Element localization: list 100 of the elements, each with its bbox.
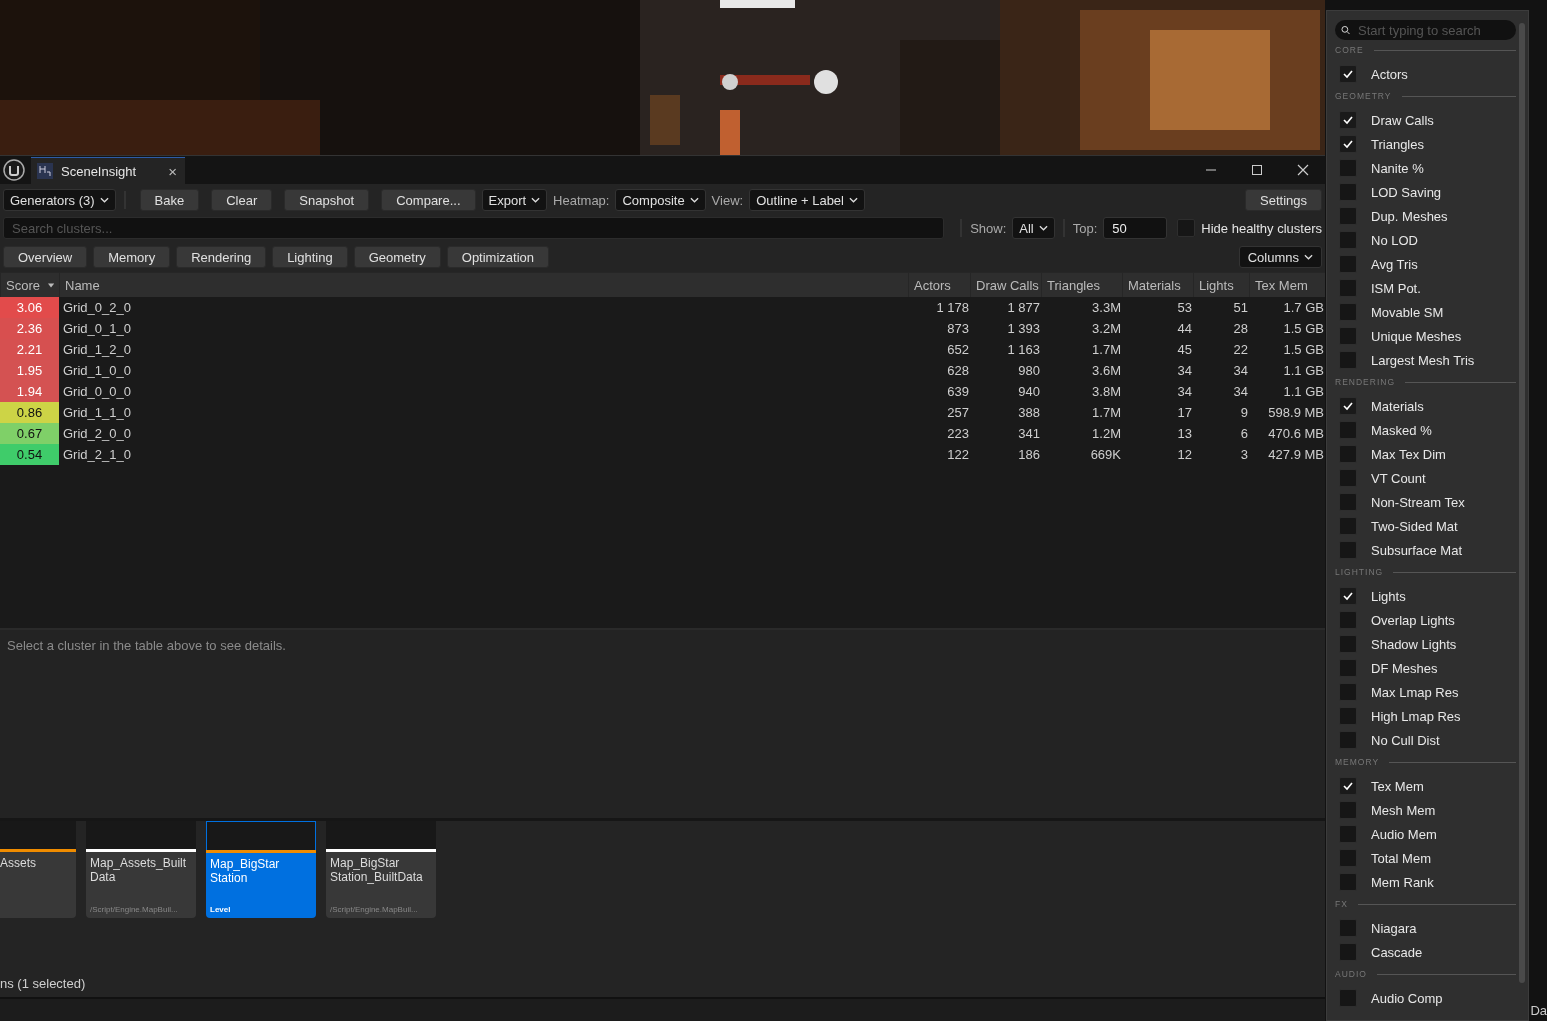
checkbox[interactable] (1339, 303, 1357, 321)
generators-dropdown[interactable]: Generators (3) (3, 189, 116, 211)
menu-item[interactable]: No LOD (1371, 232, 1418, 248)
menu-item[interactable]: Two-Sided Mat (1371, 518, 1458, 534)
menu-item[interactable]: High Lmap Res (1371, 708, 1461, 724)
checkbox[interactable] (1339, 445, 1357, 463)
checkbox[interactable] (1339, 159, 1357, 177)
menu-item[interactable]: Movable SM (1371, 304, 1444, 320)
checkbox[interactable] (1339, 327, 1357, 345)
menu-item[interactable]: Audio Mem (1371, 826, 1437, 842)
checkbox[interactable] (1339, 707, 1357, 725)
column-header[interactable]: Draw Calls (970, 273, 1041, 297)
maximize-icon[interactable] (1251, 164, 1263, 176)
menu-item[interactable]: Niagara (1371, 920, 1417, 936)
checkbox[interactable] (1339, 943, 1357, 961)
menu-item[interactable]: Avg Tris (1371, 256, 1418, 272)
menu-item[interactable]: Masked % (1371, 422, 1432, 438)
menu-item[interactable]: Non-Stream Tex (1371, 494, 1465, 510)
view-dropdown[interactable]: Outline + Label (749, 189, 865, 211)
checkbox[interactable] (1339, 989, 1357, 1007)
menu-item[interactable]: LOD Saving (1371, 184, 1442, 200)
checkbox[interactable] (1339, 421, 1357, 439)
checkbox[interactable] (1177, 219, 1196, 237)
checkbox[interactable] (1339, 541, 1357, 559)
asset-tile[interactable]: Map_BigStar Station_BuiltData /Script/Engine.MapBuil... (326, 821, 436, 918)
toolbar-button[interactable]: Clear (211, 189, 273, 211)
menu-item[interactable]: No Cull Dist (1371, 732, 1440, 748)
checkbox[interactable] (1339, 207, 1357, 225)
toolbar-button[interactable]: Bake (139, 189, 200, 211)
checkbox[interactable] (1339, 659, 1357, 677)
checkbox[interactable] (1339, 135, 1357, 153)
column-header[interactable]: Actors (908, 273, 970, 297)
category-tab[interactable]: Rendering (176, 246, 267, 268)
menu-item[interactable]: Draw Calls (1371, 112, 1434, 128)
close-icon[interactable] (1297, 164, 1309, 176)
checkbox[interactable] (1339, 611, 1357, 629)
menu-item[interactable]: Mesh Mem (1371, 802, 1436, 818)
top-field[interactable]: 50 (1103, 217, 1168, 239)
checkbox[interactable] (1339, 587, 1357, 605)
menu-item[interactable]: Shadow Lights (1371, 636, 1457, 652)
category-tab[interactable]: Overview (3, 246, 88, 268)
heatmap-dropdown[interactable]: Composite (615, 189, 706, 211)
column-header[interactable]: Materials (1122, 273, 1193, 297)
menu-item[interactable]: Overlap Lights (1371, 612, 1455, 628)
checkbox[interactable] (1339, 493, 1357, 511)
toolbar-button[interactable]: Snapshot (284, 189, 370, 211)
checkbox[interactable] (1339, 777, 1357, 795)
checkbox[interactable] (1339, 825, 1357, 843)
column-header[interactable]: Lights (1193, 273, 1249, 297)
menu-item[interactable]: Materials (1371, 398, 1424, 414)
menu-item[interactable]: VT Count (1371, 470, 1426, 486)
checkbox[interactable] (1339, 517, 1357, 535)
scrollbar[interactable] (1519, 23, 1525, 983)
menu-item[interactable]: ISM Pot. (1371, 280, 1421, 296)
menu-item[interactable]: Largest Mesh Tris (1371, 352, 1475, 368)
menu-item[interactable]: Actors (1371, 66, 1408, 82)
checkbox[interactable] (1339, 231, 1357, 249)
asset-tile[interactable]: Map_BigStar Station Level (206, 821, 316, 918)
checkbox[interactable] (1339, 255, 1357, 273)
export-dropdown[interactable]: Export (481, 189, 548, 211)
asset-tile[interactable]: Map_Assets_Built Data /Script/Engine.MapBuil... (86, 821, 196, 918)
checkbox[interactable] (1339, 849, 1357, 867)
settings-button[interactable]: Settings (1245, 189, 1322, 211)
menu-item[interactable]: Tex Mem (1371, 778, 1424, 794)
checkbox[interactable] (1339, 635, 1357, 653)
menu-item[interactable]: Audio Comp (1371, 990, 1443, 1006)
show-dropdown[interactable]: All (1012, 217, 1055, 239)
checkbox[interactable] (1339, 183, 1357, 201)
menu-item[interactable]: Triangles (1371, 136, 1424, 152)
category-tab[interactable]: Optimization (446, 246, 549, 268)
checkbox[interactable] (1339, 469, 1357, 487)
menu-item[interactable]: Dup. Meshes (1371, 208, 1448, 224)
checkbox[interactable] (1339, 919, 1357, 937)
checkbox[interactable] (1339, 873, 1357, 891)
close-tab-button[interactable]: × (168, 162, 177, 180)
checkbox[interactable] (1339, 731, 1357, 749)
asset-tile[interactable]: Assets (0, 821, 76, 918)
menu-item[interactable]: DF Meshes (1371, 660, 1438, 676)
menu-item[interactable]: Max Lmap Res (1371, 684, 1459, 700)
search-field[interactable]: Search clusters... (3, 217, 945, 239)
menu-item[interactable]: Cascade (1371, 944, 1423, 960)
checkbox[interactable] (1339, 279, 1357, 297)
columns-dropdown[interactable]: Columns (1238, 246, 1322, 268)
checkbox[interactable] (1339, 111, 1357, 129)
checkbox[interactable] (1339, 65, 1357, 83)
menu-item[interactable]: Subsurface Mat (1371, 542, 1463, 558)
checkbox[interactable] (1339, 683, 1357, 701)
menu-item[interactable]: Nanite % (1371, 160, 1424, 176)
logo-icon[interactable] (3, 159, 25, 181)
column-header[interactable]: Triangles (1041, 273, 1122, 297)
menu-item[interactable]: Lights (1371, 588, 1406, 604)
checkbox[interactable] (1339, 397, 1357, 415)
menu-item[interactable]: Total Mem (1371, 850, 1431, 866)
category-tab[interactable]: Lighting (272, 246, 348, 268)
menu-search-field[interactable]: Start typing to search (1335, 20, 1516, 40)
menu-item[interactable]: Mem Rank (1371, 874, 1434, 890)
category-tab[interactable]: Memory (93, 246, 171, 268)
column-header[interactable]: Name (59, 273, 908, 297)
document-tab[interactable]: SceneInsight × (31, 157, 185, 184)
toolbar-button[interactable]: Compare... (381, 189, 476, 211)
